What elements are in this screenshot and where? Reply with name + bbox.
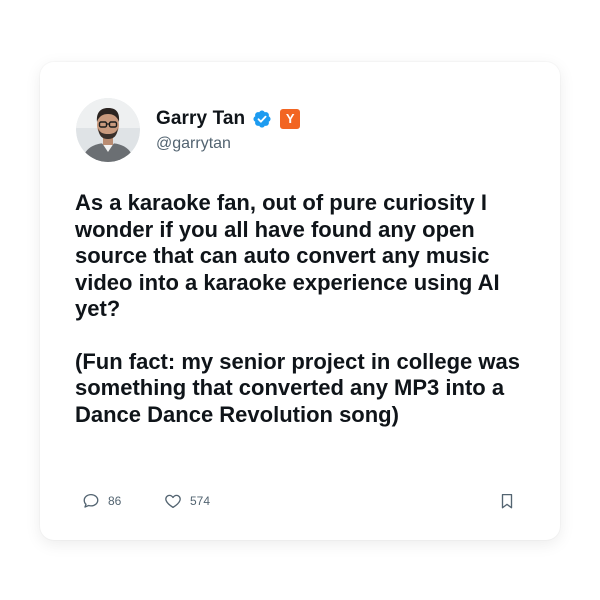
tweet-body: As a karaoke fan, out of pure curiosity … xyxy=(75,190,545,428)
heart-icon xyxy=(165,494,181,509)
like-count: 574 xyxy=(190,494,211,508)
verified-badge-icon xyxy=(253,110,271,128)
like-button[interactable]: 574 xyxy=(164,492,210,510)
bookmark-button[interactable] xyxy=(498,492,516,510)
tweet-paragraph: As a karaoke fan, out of pure curiosity … xyxy=(75,190,500,321)
avatar[interactable] xyxy=(76,98,140,162)
tweet-header: Garry Tan Y @garrytan xyxy=(76,98,301,162)
reply-count: 86 xyxy=(108,494,122,508)
bookmark-icon xyxy=(501,493,513,509)
tweet-paragraph: (Fun fact: my senior project in college … xyxy=(75,348,520,427)
verified-badge-shape xyxy=(253,110,271,128)
author-identity: Garry Tan Y @garrytan xyxy=(156,107,301,153)
name-row: Garry Tan Y xyxy=(156,107,301,131)
comment-icon xyxy=(83,493,99,508)
author-name[interactable]: Garry Tan xyxy=(156,108,245,130)
tweet-actions: 86 574 xyxy=(82,492,518,512)
reply-button[interactable]: 86 xyxy=(82,492,121,510)
tweet-card: Garry Tan Y @garrytan As a karaoke fan, … xyxy=(40,62,560,540)
author-handle[interactable]: @garrytan xyxy=(156,135,300,153)
yc-badge-icon: Y xyxy=(280,109,301,129)
